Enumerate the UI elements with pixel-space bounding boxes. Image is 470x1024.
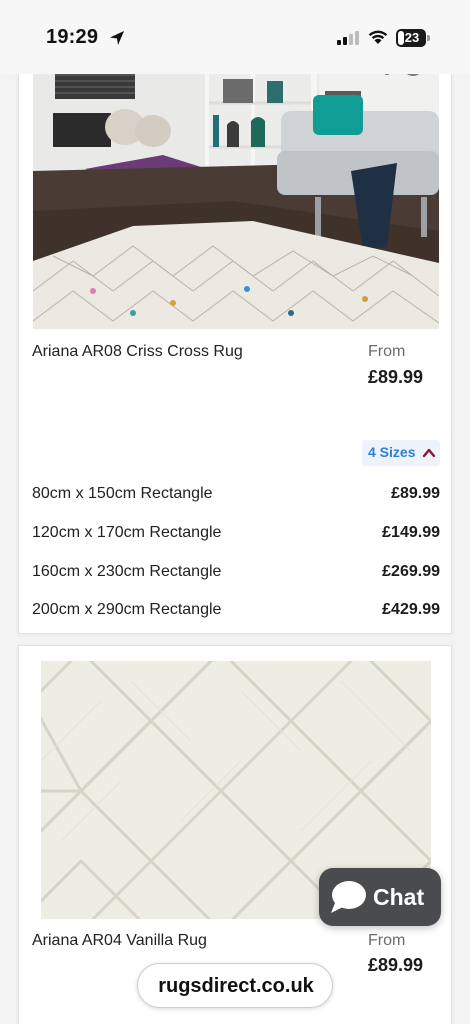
size-price: £269.99 <box>382 563 440 580</box>
from-price: £89.99 <box>368 955 424 975</box>
location-arrow-icon <box>110 31 124 45</box>
wifi-icon <box>368 30 388 44</box>
from-label: From <box>368 343 406 360</box>
product-image[interactable] <box>33 51 439 329</box>
size-option-row[interactable]: 160cm x 230cm Rectangle £269.99 <box>32 563 440 593</box>
size-price: £429.99 <box>382 601 440 618</box>
battery-level: 23 <box>404 30 420 45</box>
chat-bubble-icon <box>331 881 366 913</box>
chevron-up-icon <box>422 448 436 458</box>
chat-label: Chat <box>373 884 425 910</box>
product-title[interactable]: Ariana AR04 Vanilla Rug <box>32 932 207 950</box>
status-bar: 19:29 23 <box>0 0 470 74</box>
size-name: 200cm x 290cm Rectangle <box>32 601 222 618</box>
size-name: 80cm x 150cm Rectangle <box>32 485 213 502</box>
chat-button[interactable]: Chat <box>319 868 441 926</box>
size-name: 120cm x 170cm Rectangle <box>32 524 222 541</box>
size-name: 160cm x 230cm Rectangle <box>32 563 222 580</box>
product-card[interactable]: Ariana AR08 Criss Cross Rug From £89.99 … <box>18 50 452 634</box>
domain-text: rugsdirect.co.uk <box>158 975 314 997</box>
address-bar[interactable]: rugsdirect.co.uk <box>137 963 333 1008</box>
cellular-signal-icon <box>337 31 359 45</box>
battery-indicator: 23 <box>396 29 430 47</box>
from-label: From <box>368 932 406 949</box>
from-price: £89.99 <box>368 367 424 387</box>
product-title[interactable]: Ariana AR08 Criss Cross Rug <box>32 343 243 361</box>
size-option-row[interactable]: 80cm x 150cm Rectangle £89.99 <box>32 485 440 515</box>
size-option-row[interactable]: 200cm x 290cm Rectangle £429.99 <box>32 601 440 631</box>
size-price: £149.99 <box>382 524 440 541</box>
status-time: 19:29 <box>46 26 99 48</box>
size-price: £89.99 <box>391 485 440 502</box>
sizes-toggle-label: 4 Sizes <box>368 444 416 460</box>
size-option-row[interactable]: 120cm x 170cm Rectangle £149.99 <box>32 524 440 554</box>
sizes-toggle-button[interactable]: 4 Sizes <box>362 440 440 466</box>
